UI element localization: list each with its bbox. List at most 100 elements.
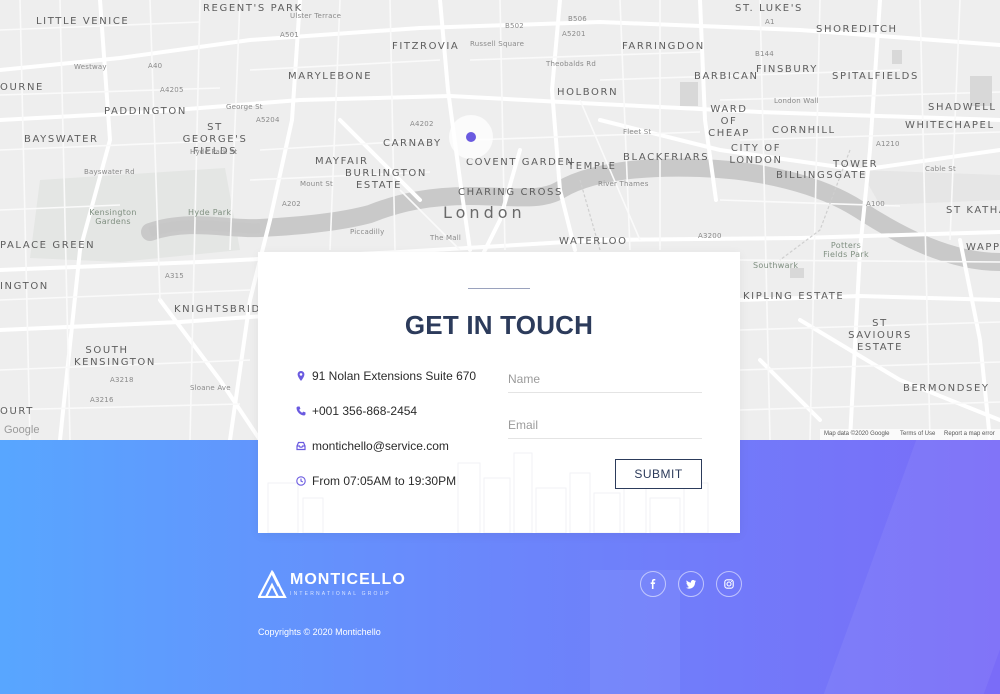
map-label-little-venice: Little Venice [36,16,130,27]
road-label: London Wall [774,97,819,105]
brand-name: MONTICELLO [290,570,406,588]
map-label-farringdon: Farringdon [622,41,705,52]
road-label: Hyde Park St [190,148,238,156]
twitter-button[interactable] [678,571,704,597]
contact-email-text: montichello@service.com [312,439,449,453]
map-label-ward-of-cheap: Ward of Cheap [708,104,750,139]
map-report-error-link[interactable]: Report a map error [944,431,995,437]
contact-phone-text: +001 356-868-2454 [312,404,418,418]
road-label: A3200 [698,232,722,240]
contact-card: GET IN TOUCH 91 Nolan Extensions Suite 6… [258,252,740,533]
location-pin-icon[interactable] [466,132,476,142]
road-label: B506 [568,15,587,23]
contact-phone[interactable]: +001 356-868-2454 [296,404,417,418]
map-label-southwark: Southwark [753,261,799,270]
copyright-text: Copyrights © 2020 Montichello [258,627,381,637]
road-label: Mount St [300,180,333,188]
map-label-covent-garden: Covent Garden [466,157,575,168]
map-label-city-of-london: City of London [729,143,783,166]
map-label-billingsgate: Billingsgate [776,170,867,181]
map-label-st-lukes: St. Luke's [735,3,803,14]
road-label: The Mall [430,234,462,242]
instagram-button[interactable] [716,571,742,597]
road-label: B144 [755,50,774,58]
clock-icon [296,476,306,486]
map-label-wappi: Wappi [966,242,1000,253]
map-label-burlington-estate: Burlington Estate [345,168,427,191]
map-label-barbican: Barbican [694,71,759,82]
map-pin-icon [296,371,306,381]
map-label-fitzrovia: Fitzrovia [392,41,460,52]
google-logo[interactable]: Google [4,424,39,436]
road-label: A501 [280,31,299,39]
map-label-bayswater: Bayswater [24,134,99,145]
map-label-charing-cross: Charing Cross [458,187,563,198]
road-label: A4205 [160,86,184,94]
map-label-blackfriars: Blackfriars [623,152,710,163]
road-label: Bayswater Rd [84,168,135,176]
monticello-logo-icon [258,570,287,598]
footer-decoration [590,570,680,694]
map-label-ourt: Ourt [0,406,34,417]
title-divider [468,288,530,289]
road-label: A3218 [110,376,134,384]
map-label-holborn: Holborn [557,87,619,98]
map-label-kensington-gardens: Kensington Gardens [89,208,137,226]
map-label-carnaby: Carnaby [383,138,442,149]
map-city-label: London [443,203,526,222]
submit-button[interactable]: SUBMIT [615,459,702,489]
road-label: A202 [282,200,301,208]
road-label: Cable St [925,165,956,173]
map-label-knightsbridge: Knightsbridg [174,304,271,315]
road-label: B502 [505,22,524,30]
road-label: A100 [866,200,885,208]
map-label-potters-fields-park: Potters Fields Park [823,241,869,259]
facebook-icon [650,579,656,589]
road-label: River Thames [598,180,649,188]
map-label-kipling-estate: Kipling Estate [743,291,845,302]
map-label-st-saviours-estate: St Saviours Estate [848,318,912,353]
map-label-hyde-park: Hyde Park [188,208,232,217]
facebook-button[interactable] [640,571,666,597]
road-label: Ulster Terrace [290,12,342,20]
road-label: A1 [765,18,775,26]
map-label-south-kensington: South Kensington [74,345,156,368]
road-label: A40 [148,62,163,70]
name-input[interactable] [508,366,702,393]
phone-icon [296,406,306,416]
map-label-spitalfields: Spitalfields [832,71,919,82]
map-data-attribution: Map data ©2020 Google [824,431,890,437]
road-label: Westway [74,63,107,71]
road-label: A5204 [256,116,280,124]
map-label-finsbury: Finsbury [756,64,818,75]
road-label: A5201 [562,30,586,38]
instagram-icon [724,579,734,589]
inbox-icon [296,441,306,451]
map-label-ington: INGTON [0,281,49,292]
contact-address-text: 91 Nolan Extensions Suite 670 [312,369,477,383]
map-label-st-katha: St Katha [946,205,1000,216]
road-label: Fleet St [623,128,652,136]
road-label: A315 [165,272,184,280]
map-label-palace-green: Palace Green [0,240,96,251]
map-label-temple: Temple [568,161,617,172]
map-label-ourne: Ourne [0,82,44,93]
email-input[interactable] [508,412,702,439]
road-label: Piccadilly [350,228,385,236]
road-label: Sloane Ave [190,384,231,392]
road-label: A3216 [90,396,114,404]
map-label-cornhill: Cornhill [772,125,836,136]
contact-hours: From 07:05AM to 19:30PM [296,474,456,488]
road-label: Russell Square [470,40,525,48]
contact-email[interactable]: montichello@service.com [296,439,449,453]
contact-title: GET IN TOUCH [404,310,594,340]
contact-hours-text: From 07:05AM to 19:30PM [312,474,457,488]
contact-address: 91 Nolan Extensions Suite 670 [296,369,476,383]
footer-decoration [823,440,1000,694]
map-terms-link[interactable]: Terms of Use [900,431,935,437]
road-label: A4202 [410,120,434,128]
map-label-regents-park: Regent's Park [203,3,303,14]
road-label: Theobalds Rd [546,60,597,68]
map-label-shoreditch: Shoreditch [816,24,898,35]
footer-brand[interactable]: MONTICELLO INTERNATIONAL GROUP [258,570,406,598]
